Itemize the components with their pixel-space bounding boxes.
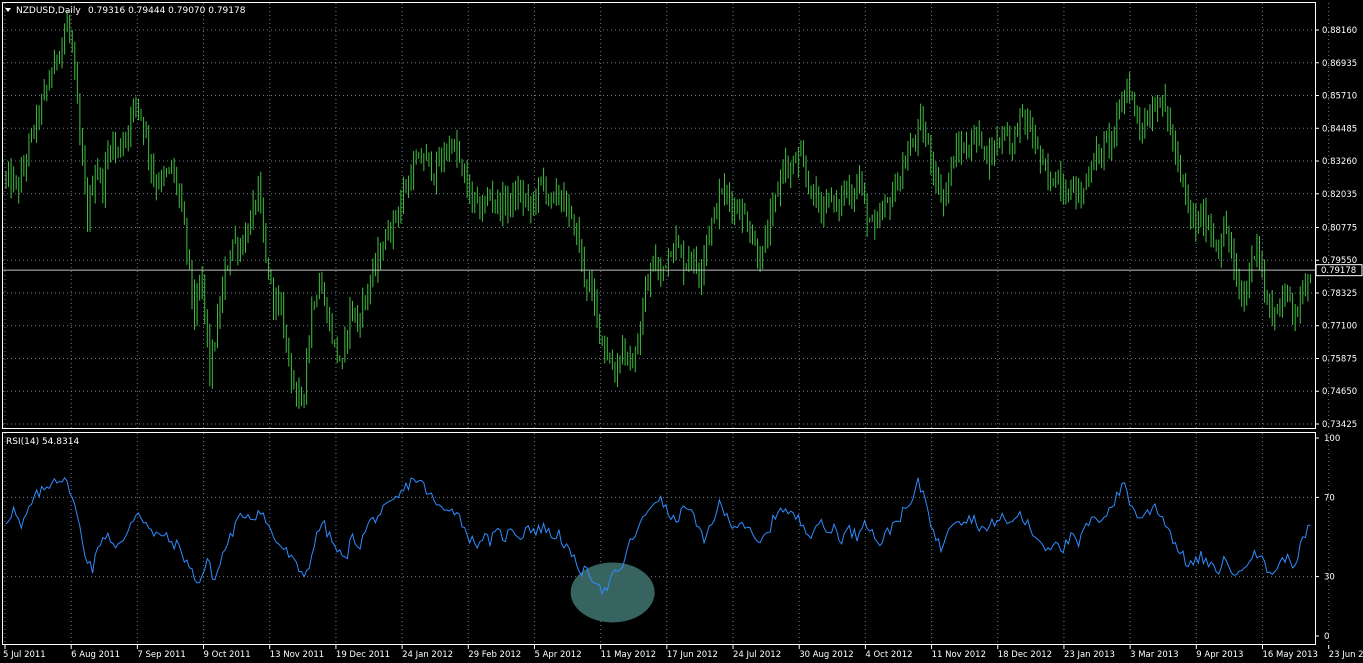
price-tick-label: 0.78325 (1322, 289, 1357, 299)
nzdusd-chart: 0.88160 0.86935 0.85710 0.84485 0.83260 0.820… (0, 0, 1363, 663)
price-tick-label: 0.80775 (1322, 223, 1357, 233)
rsi-tick-label: 30 (1324, 573, 1335, 583)
time-label: 4 Oct 2012 (865, 650, 912, 660)
rsi-tick-label: 100 (1324, 434, 1340, 444)
time-label: 6 Aug 2011 (71, 650, 120, 660)
time-label: 11 May 2012 (601, 650, 656, 660)
price-tick-label: 0.75875 (1322, 354, 1357, 364)
time-label: 9 Apr 2013 (1196, 650, 1243, 660)
time-label: 17 Jun 2012 (667, 650, 718, 660)
time-label: 5 Apr 2012 (534, 650, 581, 660)
time-label: 30 Aug 2012 (799, 650, 853, 660)
chart-background (0, 0, 1363, 663)
time-label: 19 Dec 2011 (336, 650, 390, 660)
price-tick-label: 0.77100 (1322, 322, 1357, 332)
time-label: 9 Oct 2011 (204, 650, 251, 660)
price-tick-label: 0.73425 (1322, 420, 1357, 430)
symbol-title: NZDUSD,Daily (16, 6, 81, 16)
time-label: 7 Sep 2011 (137, 650, 185, 660)
price-tick-label: 0.74650 (1322, 387, 1357, 397)
price-tick-label: 0.85710 (1322, 92, 1357, 102)
time-label: 11 Nov 2012 (932, 650, 986, 660)
price-tick-label: 0.84485 (1322, 124, 1357, 134)
time-label: 5 Jul 2011 (3, 650, 46, 660)
price-tick-label: 0.83260 (1322, 157, 1357, 167)
ohlc-values: 0.79316 0.79444 0.79070 0.79178 (88, 6, 246, 16)
time-label: 13 Nov 2011 (270, 650, 324, 660)
current-price-label: 0.79178 (1321, 266, 1356, 276)
price-tick-label: 0.82035 (1322, 190, 1357, 200)
price-tick-label: 0.88160 (1322, 26, 1357, 36)
time-label: 23 Jan 2013 (1064, 650, 1115, 660)
time-label: 29 Feb 2012 (468, 650, 521, 660)
current-price-tag: 0.79178 (1315, 264, 1363, 277)
time-label: 16 May 2013 (1262, 650, 1317, 660)
time-label: 18 Dec 2012 (998, 650, 1052, 660)
time-label: 24 Jan 2012 (402, 650, 453, 660)
rsi-tick-label: 0 (1324, 632, 1329, 642)
time-label: 3 Mar 2013 (1130, 650, 1178, 660)
rsi-tick-label: 70 (1324, 493, 1335, 503)
time-label: 24 Jul 2012 (733, 650, 781, 660)
price-tick-label: 0.86935 (1322, 59, 1357, 69)
time-label: 23 Jun 2013 (1329, 650, 1363, 660)
rsi-title: RSI(14) 54.8314 (6, 437, 79, 447)
